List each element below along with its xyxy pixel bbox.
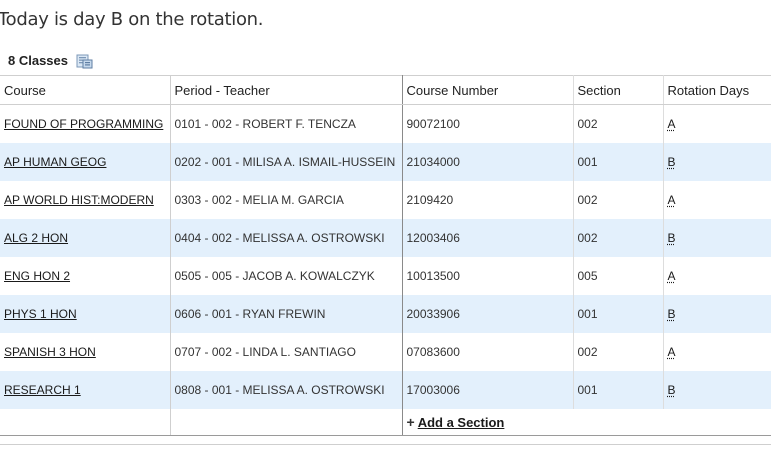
rotation-cell: A [663, 333, 771, 371]
classes-table: Course Period - Teacher Course Number Se… [0, 75, 771, 436]
table-row: ALG 2 HON 0404 - 002 - MELISSA A. OSTROW… [0, 219, 771, 257]
table-row: AP WORLD HIST:MODERN 0303 - 002 - MELIA … [0, 181, 771, 219]
table-row: SPANISH 3 HON 0707 - 002 - LINDA L. SANT… [0, 333, 771, 371]
section-cell: 001 [573, 295, 664, 333]
class-count: 8 Classes [8, 53, 68, 68]
plus-icon: + [406, 414, 415, 430]
rotation-link[interactable]: B [668, 383, 676, 397]
period-teacher-cell: 0303 - 002 - MELIA M. GARCIA [170, 181, 403, 219]
course-number-cell: 17003006 [402, 371, 574, 409]
course-cell: ALG 2 HON [0, 219, 171, 257]
period-teacher-cell: 0101 - 002 - ROBERT F. TENCZA [170, 104, 403, 143]
period-teacher-cell: 0707 - 002 - LINDA L. SANTIAGO [170, 333, 403, 371]
period-teacher-cell: 0202 - 001 - MILISA A. ISMAIL-HUSSEIN [170, 143, 403, 181]
period-teacher-cell: 0404 - 002 - MELISSA A. OSTROWSKI [170, 219, 403, 257]
course-link[interactable]: ALG 2 HON [4, 231, 68, 245]
course-link[interactable]: AP HUMAN GEOG [4, 155, 106, 169]
course-number-cell: 90072100 [402, 104, 574, 143]
footer-empty-cell [0, 409, 171, 436]
course-number-cell: 20033906 [402, 295, 574, 333]
rotation-cell: B [663, 143, 771, 181]
rotation-link[interactable]: B [668, 307, 676, 321]
rotation-link[interactable]: A [668, 345, 676, 359]
course-number-cell: 10013500 [402, 257, 574, 295]
rotation-cell: A [663, 105, 771, 144]
course-link[interactable]: FOUND OF PROGRAMMING [4, 117, 163, 131]
column-header-section[interactable]: Section [573, 75, 664, 105]
course-link[interactable]: RESEARCH 1 [4, 383, 81, 397]
section-cell: 002 [573, 104, 664, 143]
section-cell: 002 [573, 181, 664, 219]
course-cell: PHYS 1 HON [0, 295, 171, 333]
section-cell: 002 [573, 333, 664, 371]
section-cell: 001 [573, 371, 664, 409]
course-link[interactable]: ENG HON 2 [4, 269, 70, 283]
course-cell: RESEARCH 1 [0, 371, 171, 409]
course-link[interactable]: AP WORLD HIST:MODERN [4, 193, 154, 207]
course-link[interactable]: PHYS 1 HON [4, 307, 77, 321]
table-row: AP HUMAN GEOG 0202 - 001 - MILISA A. ISM… [0, 143, 771, 181]
course-number-cell: 12003406 [402, 219, 574, 257]
table-row: ENG HON 2 0505 - 005 - JACOB A. KOWALCZY… [0, 257, 771, 295]
period-teacher-cell: 0606 - 001 - RYAN FREWIN [170, 295, 403, 333]
table-footer-row: + Add a Section [0, 409, 771, 436]
footer-empty-cell [170, 409, 403, 436]
section-cell: 002 [573, 219, 664, 257]
bottom-divider [0, 444, 771, 445]
table-row: PHYS 1 HON 0606 - 001 - RYAN FREWIN 2003… [0, 295, 771, 333]
printer-icon[interactable] [76, 52, 93, 69]
table-row: FOUND OF PROGRAMMING 0101 - 002 - ROBERT… [0, 104, 771, 144]
rotation-link[interactable]: B [668, 155, 676, 169]
rotation-cell: B [663, 371, 771, 409]
class-count-row: 8 Classes [8, 52, 93, 69]
rotation-link[interactable]: A [668, 193, 676, 207]
column-header-period-teacher[interactable]: Period - Teacher [170, 75, 403, 105]
rotation-cell: B [663, 219, 771, 257]
section-cell: 001 [573, 143, 664, 181]
rotation-cell: B [663, 295, 771, 333]
column-header-rotation-days[interactable]: Rotation Days [663, 75, 771, 105]
add-section-cell: + Add a Section [402, 409, 771, 436]
column-header-course[interactable]: Course [0, 75, 171, 105]
section-cell: 005 [573, 257, 664, 295]
rotation-cell: A [663, 257, 771, 295]
rotation-link[interactable]: A [668, 117, 676, 131]
course-number-cell: 07083600 [402, 333, 574, 371]
course-cell: FOUND OF PROGRAMMING [0, 104, 171, 143]
course-cell: AP WORLD HIST:MODERN [0, 181, 171, 219]
column-header-course-number[interactable]: Course Number [402, 75, 574, 105]
table-row: RESEARCH 1 0808 - 001 - MELISSA A. OSTRO… [0, 371, 771, 409]
course-cell: ENG HON 2 [0, 257, 171, 295]
add-section-link[interactable]: Add a Section [418, 415, 505, 430]
course-cell: AP HUMAN GEOG [0, 143, 171, 181]
rotation-link[interactable]: B [668, 231, 676, 245]
course-number-cell: 21034000 [402, 143, 574, 181]
course-link[interactable]: SPANISH 3 HON [4, 345, 96, 359]
page-heading: Today is day B on the rotation. [0, 9, 264, 30]
course-number-cell: 2109420 [402, 181, 574, 219]
period-teacher-cell: 0505 - 005 - JACOB A. KOWALCZYK [170, 257, 403, 295]
rotation-link[interactable]: A [668, 269, 676, 283]
period-teacher-cell: 0808 - 001 - MELISSA A. OSTROWSKI [170, 371, 403, 409]
course-cell: SPANISH 3 HON [0, 333, 171, 371]
rotation-cell: A [663, 181, 771, 219]
table-header-row: Course Period - Teacher Course Number Se… [0, 75, 771, 105]
